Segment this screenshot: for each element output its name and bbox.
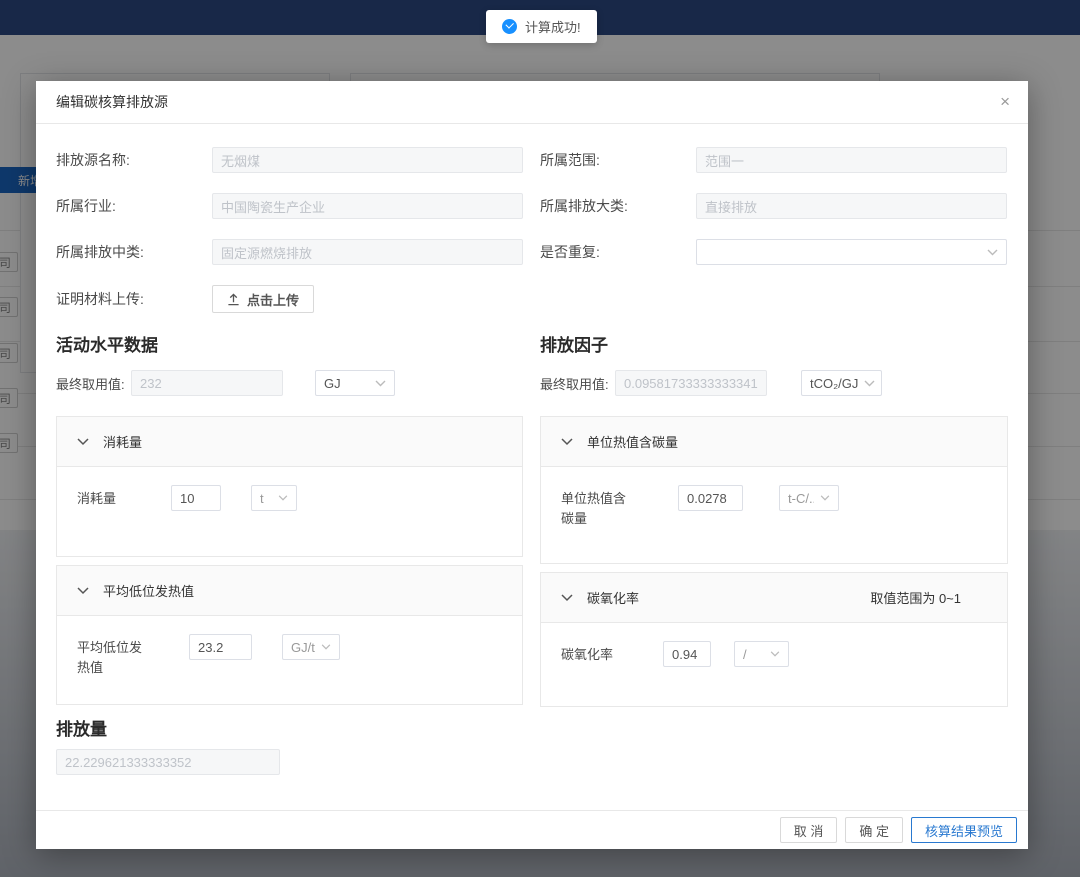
major-category-input[interactable] <box>696 193 1007 219</box>
emission-factor-section: 排放因子 最终取用值: tCO₂/GJ <box>540 331 1008 775</box>
collapse-chevron-icon <box>77 438 89 446</box>
cancel-button[interactable]: 取 消 <box>780 817 838 843</box>
factor-section-title: 排放因子 <box>540 331 1008 356</box>
carbon-content-panel-header[interactable]: 单位热值含碳量 <box>541 417 1007 467</box>
chevron-down-icon <box>820 495 830 501</box>
heating-value-panel-header[interactable]: 平均低位发热值 <box>57 566 522 616</box>
carbon-content-row-label: 单位热值含碳量 <box>561 485 635 528</box>
activity-section-title: 活动水平数据 <box>56 331 523 356</box>
emission-amount-title: 排放量 <box>56 715 523 740</box>
carbon-content-unit-value: t-C/... <box>788 491 814 506</box>
consumption-panel-header[interactable]: 消耗量 <box>57 417 522 467</box>
consumption-panel: 消耗量 消耗量 t <box>56 416 523 557</box>
field-label-major-category: 所属排放大类: <box>540 196 696 216</box>
heating-value-unit-value: GJ/t <box>291 640 315 655</box>
oxidation-rate-unit-value: / <box>743 647 747 662</box>
result-preview-button[interactable]: 核算结果预览 <box>911 817 1017 843</box>
heating-value-row-label: 平均低位发热值 <box>77 634 151 677</box>
industry-input[interactable] <box>212 193 523 219</box>
oxidation-rate-unit-select[interactable]: / <box>734 641 789 667</box>
carbon-content-value-input[interactable] <box>678 485 743 511</box>
collapse-chevron-icon <box>561 594 573 602</box>
chevron-down-icon <box>987 249 998 256</box>
carbon-content-panel-title: 单位热值含碳量 <box>587 432 678 451</box>
close-icon[interactable]: × <box>1000 81 1010 123</box>
oxidation-rate-value-input[interactable] <box>663 641 711 667</box>
chevron-down-icon <box>375 380 386 387</box>
consumption-value-input[interactable] <box>171 485 221 511</box>
upload-icon <box>227 293 240 306</box>
field-label-scope: 所属范围: <box>540 150 696 170</box>
chevron-down-icon <box>321 644 331 650</box>
oxidation-rate-row-label: 碳氧化率 <box>561 641 635 665</box>
oxidation-rate-panel-header[interactable]: 碳氧化率 取值范围为 0~1 <box>541 573 1007 623</box>
factor-final-unit-select[interactable]: tCO₂/GJ <box>801 370 882 396</box>
edit-emission-source-dialog: 编辑碳核算排放源 × 排放源名称: 所属范围: 所属行业: 所属排放大类: <box>36 81 1028 849</box>
check-circle-icon <box>502 19 517 34</box>
heating-value-unit-select[interactable]: GJ/t <box>282 634 340 660</box>
chevron-down-icon <box>770 651 780 657</box>
consumption-unit-select[interactable]: t <box>251 485 297 511</box>
dialog-header: 编辑碳核算排放源 × <box>36 81 1028 124</box>
factor-final-label: 最终取用值: <box>540 374 615 393</box>
oxidation-rate-panel-title: 碳氧化率 <box>587 588 639 607</box>
oxidation-rate-range-hint: 取值范围为 0~1 <box>870 588 987 607</box>
factor-final-value-input[interactable] <box>615 370 767 396</box>
dialog-title: 编辑碳核算排放源 <box>56 94 168 110</box>
emission-amount-input[interactable] <box>56 749 280 775</box>
collapse-chevron-icon <box>77 587 89 595</box>
field-label-source-name: 排放源名称: <box>56 150 212 170</box>
source-name-input[interactable] <box>212 147 523 173</box>
is-duplicate-select[interactable] <box>696 239 1007 265</box>
activity-final-value-input[interactable] <box>131 370 283 396</box>
confirm-button[interactable]: 确 定 <box>845 817 903 843</box>
factor-final-unit-value: tCO₂/GJ <box>810 376 858 391</box>
chevron-down-icon <box>278 495 288 501</box>
chevron-down-icon <box>864 380 875 387</box>
field-label-mid-category: 所属排放中类: <box>56 242 212 262</box>
field-label-is-duplicate: 是否重复: <box>540 242 696 262</box>
consumption-row-label: 消耗量 <box>77 485 151 509</box>
toast-message: 计算成功! <box>525 17 581 36</box>
dialog-footer: 取 消 确 定 核算结果预览 <box>36 810 1028 849</box>
upload-button[interactable]: 点击上传 <box>212 285 314 313</box>
consumption-unit-value: t <box>260 491 264 506</box>
collapse-chevron-icon <box>561 438 573 446</box>
success-toast: 计算成功! <box>486 10 597 43</box>
field-label-industry: 所属行业: <box>56 196 212 216</box>
consumption-panel-title: 消耗量 <box>103 432 142 451</box>
activity-final-unit-select[interactable]: GJ <box>315 370 395 396</box>
upload-button-label: 点击上传 <box>247 290 299 309</box>
activity-final-unit-value: GJ <box>324 376 341 391</box>
scope-input[interactable] <box>696 147 1007 173</box>
field-label-evidence-upload: 证明材料上传: <box>56 289 212 309</box>
carbon-content-unit-select[interactable]: t-C/... <box>779 485 839 511</box>
mid-category-input[interactable] <box>212 239 523 265</box>
heating-value-input[interactable] <box>189 634 252 660</box>
activity-data-section: 活动水平数据 最终取用值: GJ <box>56 331 523 775</box>
activity-final-label: 最终取用值: <box>56 374 131 393</box>
carbon-content-panel: 单位热值含碳量 单位热值含碳量 t-C/... <box>540 416 1008 564</box>
heating-value-panel-title: 平均低位发热值 <box>103 581 194 600</box>
oxidation-rate-panel: 碳氧化率 取值范围为 0~1 碳氧化率 / <box>540 572 1008 707</box>
heating-value-panel: 平均低位发热值 平均低位发热值 GJ/t <box>56 565 523 705</box>
